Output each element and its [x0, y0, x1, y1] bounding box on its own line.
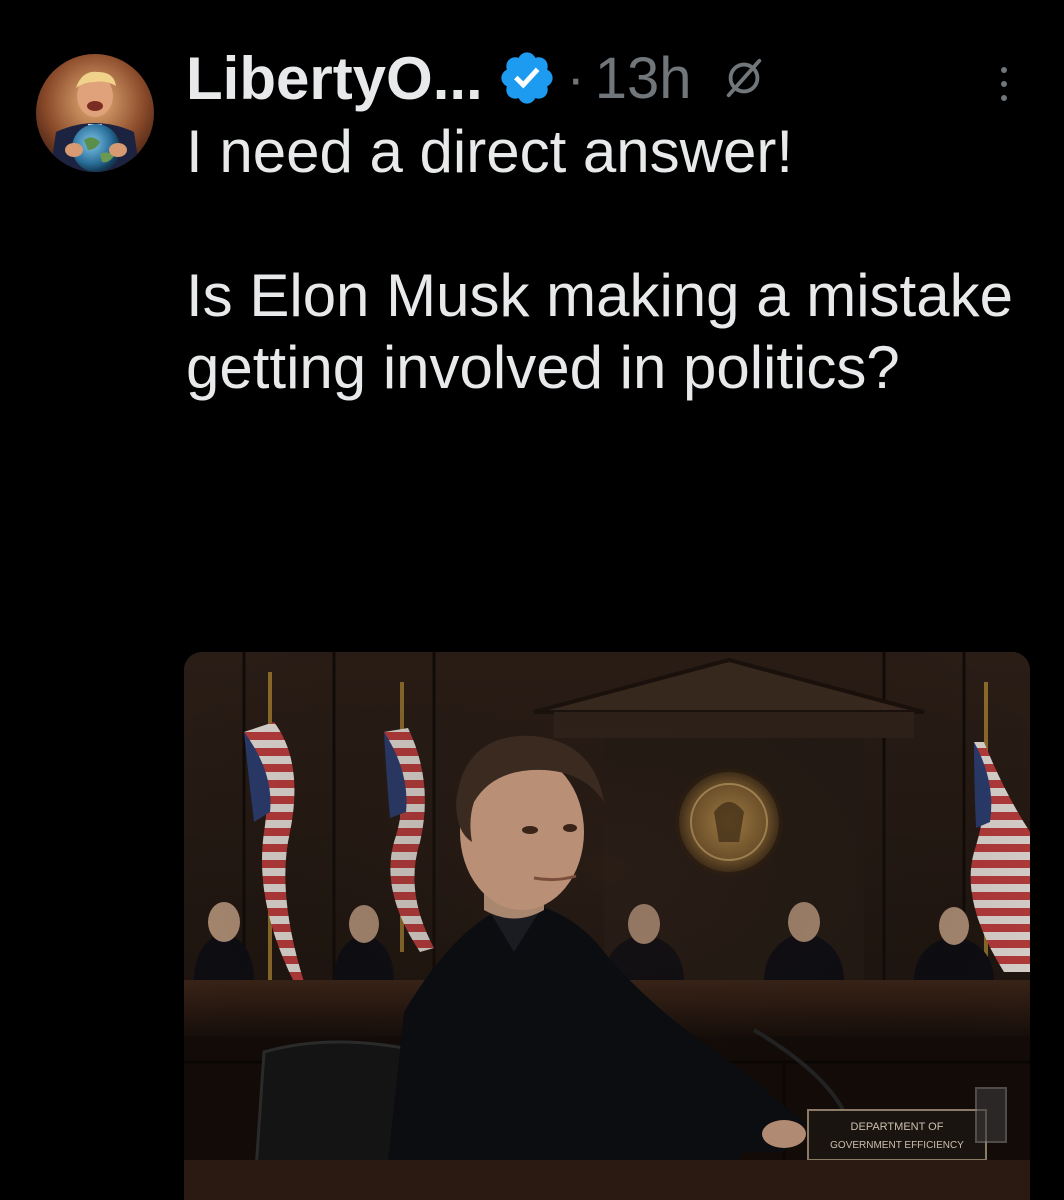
avatar[interactable] — [36, 54, 154, 172]
separator-dot: · — [566, 48, 585, 108]
previous-text-fragment — [186, 0, 202, 27]
post-header: LibertyO... · 13h — [186, 40, 767, 116]
hearing-room-image: DEPARTMENT OF GOVERNMENT EFFICIENCY — [184, 652, 1030, 1200]
placard-line-1: DEPARTMENT OF — [851, 1121, 944, 1133]
display-name[interactable]: LibertyO... — [186, 44, 483, 113]
post-text: I need a direct answer! Is Elon Musk mak… — [186, 118, 1013, 401]
post-time[interactable]: 13h — [595, 45, 692, 112]
more-vertical-icon[interactable] — [992, 60, 1016, 108]
avatar-image — [36, 54, 154, 172]
grok-icon[interactable] — [721, 55, 767, 101]
post-media-image[interactable]: DEPARTMENT OF GOVERNMENT EFFICIENCY — [184, 652, 1030, 1200]
placard-line-2: GOVERNMENT EFFICIENCY — [830, 1140, 964, 1151]
verified-badge-icon — [501, 52, 553, 104]
